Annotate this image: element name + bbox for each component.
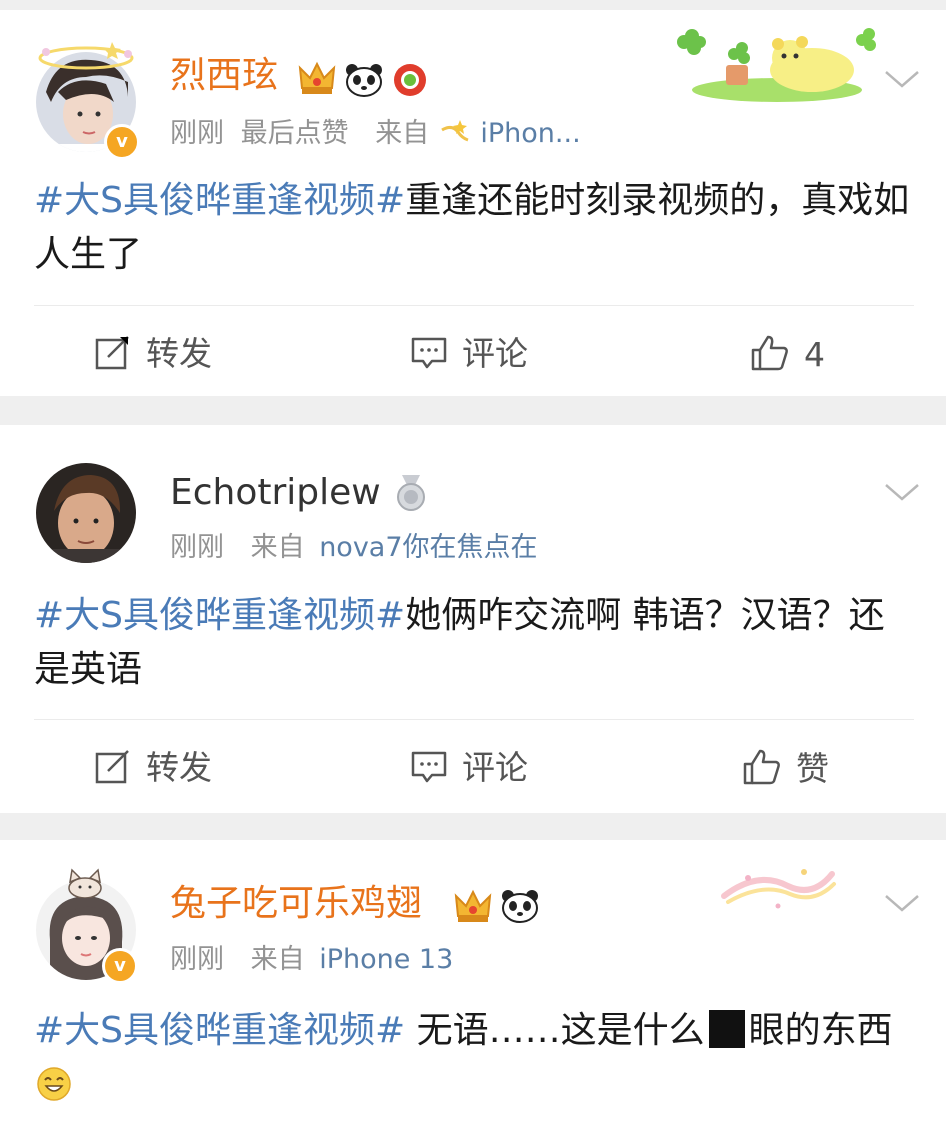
weibo-post-card: Echotriplew 刚刚 来自 nova7你在焦点在 #大S具俊晔重逢视频#… <box>0 425 946 813</box>
source-label: 来自 <box>375 118 430 149</box>
like-button[interactable]: 4 <box>750 334 825 375</box>
medal-icon <box>397 475 425 511</box>
weibo-post-card: v 烈西玹 刚刚 最后点赞 来自 iPhon... #大S具俊晔重逢视频#重逢还… <box>0 10 946 396</box>
panda-icon <box>346 64 382 97</box>
username[interactable]: 兔子吃可乐鸡翅 <box>170 882 422 926</box>
username[interactable]: Echotriplew <box>170 471 381 515</box>
user-avatar[interactable] <box>36 463 136 563</box>
clover-sticker-icon <box>677 28 876 102</box>
emoji-grin-icon <box>37 1067 71 1101</box>
sparkle-star-icon <box>441 120 469 142</box>
repost-button[interactable]: 转发 <box>94 334 212 374</box>
hashtag-link[interactable]: #大S具俊晔重逢视频# <box>34 595 405 636</box>
cat-ears-icon <box>68 868 102 898</box>
verified-icon: v <box>104 124 140 160</box>
repost-button[interactable]: 转发 <box>94 748 212 788</box>
user-avatar[interactable]: v <box>36 868 138 984</box>
username[interactable]: 烈西玹 <box>170 54 278 98</box>
panda-icon <box>502 890 538 923</box>
like-button[interactable]: 赞 <box>742 748 829 789</box>
post-content-after: 眼的东西 <box>748 1010 893 1051</box>
crown-icon <box>454 889 492 922</box>
post-time: 刚刚 <box>170 532 224 563</box>
repost-label: 转发 <box>146 748 212 787</box>
sparkle-ribbon-sticker-icon <box>721 869 836 909</box>
chevron-down-icon[interactable] <box>882 66 922 92</box>
post-content-before: 无语……这是什么 <box>405 1010 705 1051</box>
post-source[interactable]: iPhon... <box>480 118 580 149</box>
chevron-down-icon[interactable] <box>882 890 922 916</box>
comment-label: 评论 <box>462 748 528 787</box>
post-time: 刚刚 <box>170 944 224 975</box>
post-source[interactable]: iPhone 13 <box>319 944 453 975</box>
comment-button[interactable]: 评论 <box>410 334 528 374</box>
like-icon <box>743 749 780 785</box>
hashtag-link[interactable]: #大S具俊晔重逢视频# <box>34 1010 405 1051</box>
repost-icon <box>95 336 129 370</box>
post-text: #大S具俊晔重逢视频#她俩咋交流啊 韩语？汉语？还是英语 <box>34 589 914 697</box>
verified-icon: v <box>102 948 138 984</box>
post-text: #大S具俊晔重逢视频# 无语……这是什么 眼的东西 <box>34 1004 914 1112</box>
comment-icon <box>411 337 447 369</box>
censored-block <box>708 1010 745 1048</box>
source-label: 来自 <box>250 532 305 563</box>
angel-halo-icon <box>38 42 134 70</box>
red-flower-badge-icon <box>394 64 426 96</box>
comment-label: 评论 <box>462 334 528 373</box>
hashtag-link[interactable]: #大S具俊晔重逢视频# <box>34 180 405 221</box>
post-meta: 刚刚 最后点赞 来自 iPhon... <box>170 116 581 152</box>
post-meta: 刚刚 来自 nova7你在焦点在 <box>170 530 538 566</box>
user-avatar[interactable]: v <box>36 42 140 160</box>
divider <box>34 305 914 306</box>
comment-icon <box>411 751 447 783</box>
like-label: 赞 <box>796 749 829 788</box>
comment-button[interactable]: 评论 <box>410 748 528 788</box>
repost-icon <box>95 750 129 784</box>
like-count: 4 <box>804 335 825 374</box>
post-text: #大S具俊晔重逢视频#重逢还能时刻录视频的，真戏如人生了 <box>34 174 914 282</box>
weibo-post-card: v 兔子吃可乐鸡翅 刚刚 来自 iPhone 13 #大S具俊晔重逢视频# 无语… <box>0 840 946 1144</box>
chevron-down-icon[interactable] <box>882 479 922 505</box>
post-time: 刚刚 <box>170 118 224 149</box>
post-extra: 最后点赞 <box>240 118 349 149</box>
like-icon <box>751 335 788 371</box>
post-meta: 刚刚 来自 iPhone 13 <box>170 942 453 978</box>
post-source[interactable]: nova7你在焦点在 <box>319 532 537 563</box>
repost-label: 转发 <box>146 334 212 373</box>
crown-icon <box>298 61 336 94</box>
divider <box>34 719 914 720</box>
source-label: 来自 <box>250 944 305 975</box>
